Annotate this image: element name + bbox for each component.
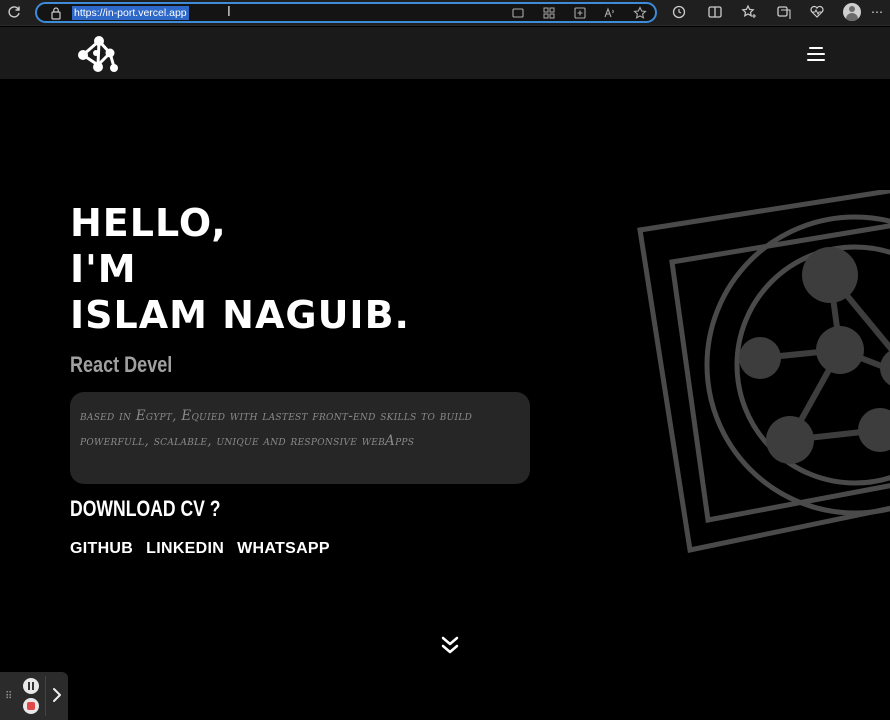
favorite-star-icon[interactable] <box>633 6 647 20</box>
reload-icon[interactable] <box>6 4 22 20</box>
url-text[interactable]: https://in-port.vercel.app <box>72 6 189 20</box>
drag-handle-icon[interactable]: ⠿ <box>5 692 13 702</box>
github-link[interactable]: GITHUB <box>70 540 133 558</box>
pause-icon[interactable] <box>23 678 39 694</box>
linkedin-link[interactable]: LINKEDIN <box>146 540 224 558</box>
network-emblem-graphic <box>637 190 890 553</box>
collections-icon[interactable] <box>775 4 791 20</box>
scroll-down-chevron-icon[interactable] <box>438 634 462 658</box>
site-header <box>0 27 890 79</box>
address-bar[interactable]: https://in-port.vercel.app I <box>35 2 657 23</box>
screen-recorder-widget: ⠿ <box>0 672 68 720</box>
about-text: based in Egypt, Equied with lastest fron… <box>80 408 473 449</box>
heart-monitor-icon[interactable] <box>809 4 825 20</box>
divider <box>45 676 46 716</box>
social-links: GITHUB LINKEDIN WHATSAPP <box>70 540 330 558</box>
browser-toolbar: https://in-port.vercel.app I ⋯ <box>0 0 890 26</box>
hero-line-hello: HELLO, <box>70 201 227 245</box>
add-tab-icon[interactable] <box>573 6 587 20</box>
more-menu-icon[interactable]: ⋯ <box>870 5 884 19</box>
cast-icon[interactable] <box>511 6 525 20</box>
download-cv-link[interactable]: DOWNLOAD CV ? <box>70 496 221 522</box>
network-nodes-logo[interactable] <box>72 34 120 74</box>
stop-recording-icon[interactable] <box>23 698 39 714</box>
hero-line-im: I'M <box>70 247 137 291</box>
whatsapp-link[interactable]: WHATSAPP <box>237 540 330 558</box>
chevron-right-icon[interactable] <box>50 686 64 704</box>
about-card: based in Egypt, Equied with lastest fron… <box>70 392 530 484</box>
favorites-icon[interactable] <box>741 4 757 20</box>
apps-icon[interactable] <box>542 6 556 20</box>
split-screen-icon[interactable] <box>707 4 723 20</box>
role-typing-text: React Devel <box>70 352 173 377</box>
read-aloud-icon[interactable] <box>603 6 617 20</box>
hero-heading: HELLO, I'M ISLAM NAGUIB. <box>70 200 410 338</box>
lock-icon[interactable] <box>49 6 63 20</box>
text-cursor-icon: I <box>227 5 231 20</box>
profile-avatar[interactable] <box>843 3 861 21</box>
hamburger-menu-icon[interactable] <box>805 43 827 65</box>
hero-line-name: ISLAM NAGUIB. <box>70 293 410 337</box>
extensions-icon[interactable] <box>671 4 687 20</box>
